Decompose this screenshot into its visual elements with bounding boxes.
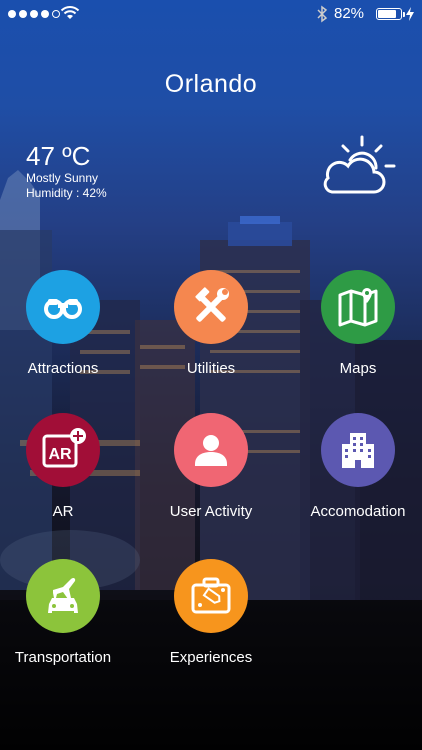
ar-plus-icon: AR [42, 428, 86, 468]
accomodation-label: Accomodation [310, 503, 406, 520]
bluetooth-icon [317, 5, 328, 23]
accomodation-button[interactable] [321, 413, 395, 487]
svg-text:AR: AR [48, 446, 72, 463]
utilities-button[interactable] [174, 270, 248, 344]
binoculars-icon [44, 299, 82, 319]
building-icon [342, 433, 374, 468]
menu-item-transportation[interactable]: Transportation [0, 559, 133, 667]
tools-icon [195, 287, 229, 322]
ar-button[interactable]: AR [26, 413, 100, 487]
menu-item-experiences[interactable]: Experiences [141, 559, 281, 667]
user-activity-button[interactable] [174, 413, 248, 487]
suitcase-icon [191, 577, 231, 614]
weather-temperature: 47 ºC [26, 141, 91, 171]
charging-icon [406, 7, 414, 21]
maps-button[interactable] [321, 270, 395, 344]
menu-item-maps[interactable]: Maps [288, 270, 422, 378]
experiences-button[interactable] [174, 559, 248, 633]
experiences-label: Experiences [169, 649, 253, 666]
menu-item-utilities[interactable]: Utilities [141, 270, 281, 378]
plane-car-icon [48, 577, 78, 613]
weather-panel: 47 ºC Mostly Sunny Humidity : 42% [26, 141, 226, 201]
attractions-button[interactable] [26, 270, 100, 344]
wifi-icon [60, 6, 80, 19]
transportation-button[interactable] [26, 559, 100, 633]
menu-item-ar[interactable]: AR AR [0, 413, 133, 521]
battery-icon [376, 8, 405, 20]
attractions-label: Attractions [27, 360, 99, 377]
menu-item-accomodation[interactable]: Accomodation [288, 413, 422, 521]
transportation-label: Transportation [14, 649, 112, 666]
map-icon [338, 288, 378, 327]
maps-label: Maps [339, 360, 377, 377]
menu-item-attractions[interactable]: Attractions [0, 270, 133, 378]
page-title: Orlando [164, 70, 258, 98]
user-icon [195, 435, 227, 466]
weather-humidity: Humidity : 42% [26, 186, 107, 200]
menu-item-user-activity[interactable]: User Activity [141, 413, 281, 521]
ar-label: AR [52, 503, 74, 520]
signal-strength-icon [8, 10, 60, 18]
status-bar: 82% [0, 0, 422, 28]
weather-condition: Mostly Sunny [26, 171, 99, 185]
battery-percentage: 82% [334, 5, 365, 22]
partly-cloudy-icon [323, 135, 396, 194]
user-activity-label: User Activity [169, 503, 253, 520]
utilities-label: Utilities [186, 360, 236, 377]
